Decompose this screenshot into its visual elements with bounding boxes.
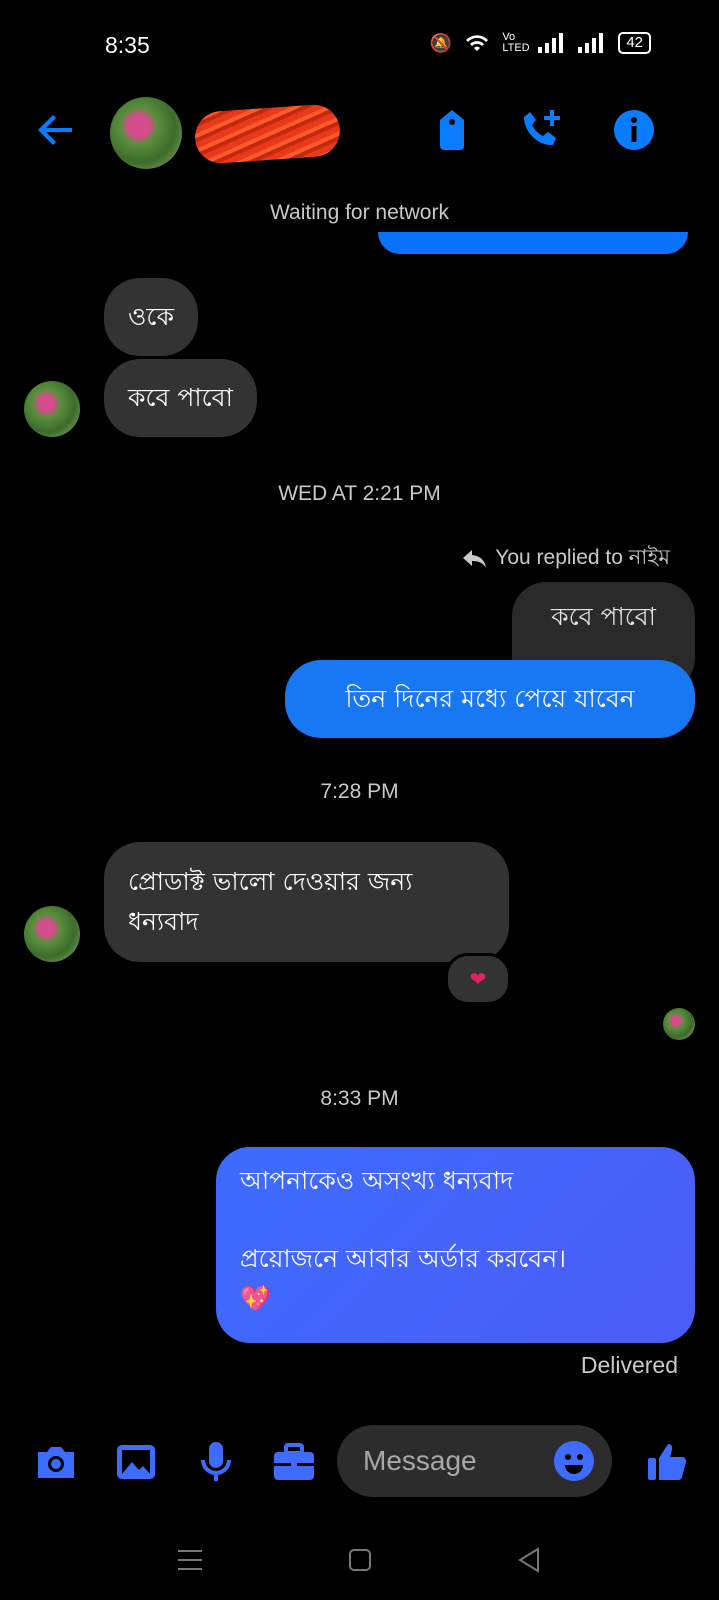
outgoing-message[interactable]: আপনাকেও অসংখ্য ধন্যবাদ প্রয়োজনে আবার অর… (216, 1147, 695, 1343)
like-icon[interactable] (646, 1440, 690, 1484)
back-arrow-icon[interactable] (36, 110, 76, 150)
emoji-icon[interactable] (554, 1441, 594, 1481)
mute-icon: 🔕 (429, 32, 453, 53)
timestamp: 8:33 PM (320, 1087, 399, 1110)
tag-icon[interactable] (430, 108, 474, 152)
image-icon[interactable] (114, 1440, 158, 1484)
reply-icon (463, 549, 487, 568)
message-input[interactable] (361, 1444, 535, 1478)
outgoing-message-line: আপনাকেও অসংখ্য ধন্যবাদ (240, 1166, 514, 1195)
info-icon[interactable] (612, 108, 656, 152)
sparkling-heart-emoji: 💖 (240, 1284, 272, 1313)
sender-avatar[interactable] (24, 906, 80, 962)
seen-avatar (663, 1008, 695, 1040)
network-label: Vo LTED (502, 31, 530, 54)
camera-icon[interactable] (34, 1440, 78, 1484)
reply-note-label: You replied to নাইম (495, 546, 670, 569)
signal-icon-2 (578, 33, 604, 53)
briefcase-icon[interactable] (272, 1440, 316, 1484)
wifi-icon (466, 35, 489, 51)
timestamp: 7:28 PM (320, 780, 399, 803)
outgoing-message-line: প্রয়োজনে আবার অর্ডার করবেন। (240, 1244, 567, 1273)
heart-reaction[interactable]: ❤ (445, 953, 511, 1005)
incoming-message-line: ধন্যবাদ (128, 907, 199, 936)
mic-icon[interactable] (194, 1440, 238, 1484)
reply-note: You replied to নাইম (463, 541, 670, 576)
status-time: 8:35 (105, 32, 150, 58)
incoming-message[interactable]: কবে পাবো (104, 359, 257, 437)
call-add-icon[interactable] (520, 108, 564, 152)
sender-avatar[interactable] (24, 381, 80, 437)
contact-name-redacted[interactable] (193, 103, 342, 165)
menu-icon[interactable] (170, 1540, 210, 1580)
incoming-message[interactable]: ওকে (104, 278, 198, 356)
previous-outgoing-bubble[interactable] (378, 232, 688, 254)
timestamp: WED AT 2:21 PM (278, 482, 441, 505)
outgoing-message[interactable]: তিন দিনের মধ্যে পেয়ে যাবেন (285, 660, 695, 738)
network-notice: Waiting for network (270, 201, 449, 224)
delivered-status: Delivered (580, 1352, 678, 1378)
signal-icon (538, 33, 564, 53)
incoming-message[interactable]: প্রোডাক্ট ভালো দেওয়ার জন্য ধন্যবাদ (104, 842, 509, 962)
home-icon[interactable] (340, 1540, 380, 1580)
incoming-message-line: প্রোডাক্ট ভালো দেওয়ার জন্য (128, 867, 413, 896)
message-input-container[interactable] (337, 1425, 612, 1497)
status-icons: 🔕 Vo LTED 42 (430, 32, 651, 54)
back-icon[interactable] (510, 1540, 550, 1580)
contact-avatar[interactable] (110, 97, 182, 169)
battery-icon: 42 (618, 32, 651, 54)
quoted-message-text: কবে পাবো (551, 602, 656, 631)
